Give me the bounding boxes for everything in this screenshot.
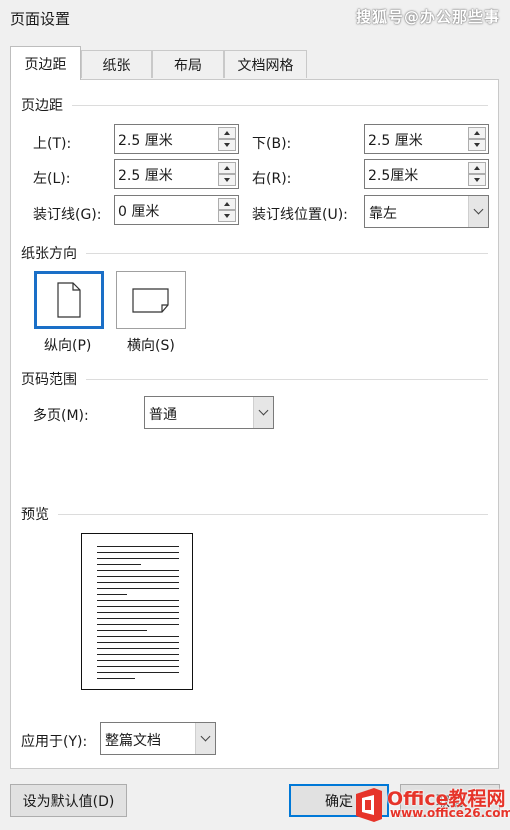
spin-up-icon[interactable]: [468, 127, 486, 139]
gutter-position-value: 靠左: [369, 206, 397, 222]
gutter-position-select[interactable]: 靠左: [364, 195, 489, 228]
dialog-title: 页面设置: [10, 10, 71, 28]
preview-section-title: 预览: [21, 507, 49, 523]
gutter-label: 装订线(G):: [33, 207, 102, 223]
left-margin-label: 左(L):: [33, 171, 71, 187]
office-logo-icon: [356, 788, 382, 822]
watermark-text: 搜狐号@办公那些事: [356, 8, 501, 26]
spin-down-icon[interactable]: [468, 139, 486, 151]
left-margin-value[interactable]: 2.5 厘米: [118, 165, 173, 185]
chevron-down-icon[interactable]: [195, 723, 215, 754]
spin-up-icon[interactable]: [468, 162, 486, 174]
apply-to-value: 整篇文档: [105, 733, 161, 749]
spin-up-icon[interactable]: [218, 162, 236, 174]
orientation-section-title: 纸张方向: [21, 246, 77, 262]
section-divider: [72, 105, 488, 106]
top-margin-spinner[interactable]: 2.5 厘米: [114, 124, 239, 154]
portrait-page-icon: [57, 282, 81, 318]
top-margin-value[interactable]: 2.5 厘米: [118, 130, 173, 150]
gutter-position-label: 装订线位置(U):: [252, 207, 348, 223]
bottom-margin-label: 下(B):: [252, 136, 292, 152]
top-margin-label: 上(T):: [33, 136, 72, 152]
portrait-label[interactable]: 纵向(P): [44, 335, 91, 355]
multiple-pages-value: 普通: [149, 407, 177, 423]
chevron-down-icon[interactable]: [468, 196, 488, 227]
margins-section-title: 页边距: [21, 98, 63, 114]
landscape-page-icon: [132, 288, 169, 313]
gutter-value[interactable]: 0 厘米: [118, 201, 159, 221]
spin-down-icon[interactable]: [218, 210, 236, 222]
landscape-button[interactable]: [116, 271, 186, 329]
bottom-margin-spinner[interactable]: 2.5 厘米: [364, 124, 489, 154]
set-default-button[interactable]: 设为默认值(D): [10, 784, 127, 817]
left-margin-spinner[interactable]: 2.5 厘米: [114, 159, 239, 189]
chevron-down-icon[interactable]: [253, 397, 273, 428]
spin-down-icon[interactable]: [468, 174, 486, 186]
right-margin-label: 右(R):: [252, 171, 292, 187]
spin-up-icon[interactable]: [218, 198, 236, 210]
gutter-spinner[interactable]: 0 厘米: [114, 195, 239, 225]
multiple-pages-select[interactable]: 普通: [144, 396, 274, 429]
right-margin-value[interactable]: 2.5厘米: [368, 165, 418, 185]
spin-up-icon[interactable]: [218, 127, 236, 139]
landscape-label[interactable]: 横向(S): [127, 335, 175, 355]
tab-layout[interactable]: 布局: [152, 50, 224, 78]
preview-page: [81, 533, 193, 690]
tab-paper[interactable]: 纸张: [81, 50, 152, 78]
tab-document-grid[interactable]: 文档网格: [224, 50, 307, 78]
spin-down-icon[interactable]: [218, 139, 236, 151]
apply-to-label: 应用于(Y):: [21, 734, 88, 750]
section-divider: [86, 253, 488, 254]
tab-margins[interactable]: 页边距: [10, 46, 81, 80]
multiple-pages-label: 多页(M):: [33, 408, 89, 424]
section-divider: [58, 514, 488, 515]
section-divider: [86, 379, 488, 380]
portrait-button[interactable]: [34, 271, 104, 329]
right-margin-spinner[interactable]: 2.5厘米: [364, 159, 489, 189]
bottom-margin-value[interactable]: 2.5 厘米: [368, 130, 423, 150]
office-site-text: www.office26.com: [390, 806, 510, 820]
apply-to-select[interactable]: 整篇文档: [100, 722, 216, 755]
pages-section-title: 页码范围: [21, 372, 77, 388]
spin-down-icon[interactable]: [218, 174, 236, 186]
